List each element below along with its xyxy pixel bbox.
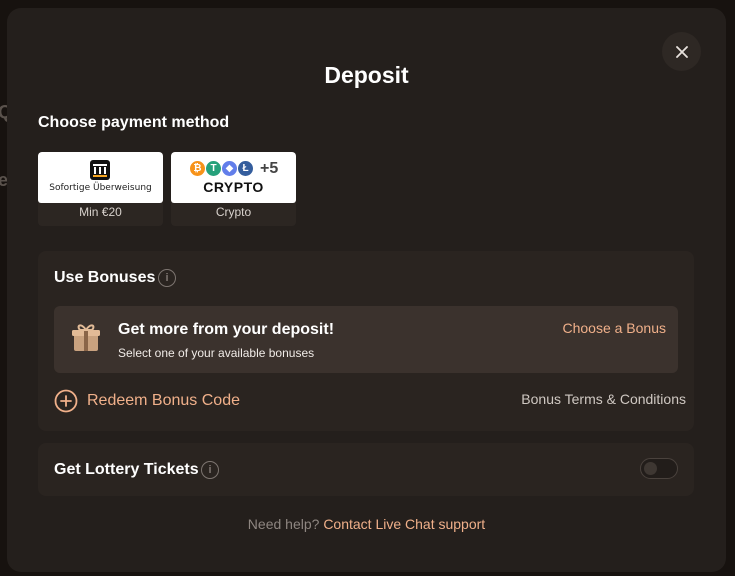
payment-method-caption: Min €20 — [79, 205, 122, 219]
payment-method-crypto[interactable]: ₿ T ◆ Ł +5 CRYPTO Crypto — [171, 152, 296, 226]
deposit-modal: Deposit Choose payment method Sofortige … — [7, 8, 726, 572]
choose-bonus-link[interactable]: Choose a Bonus — [562, 320, 666, 336]
crypto-logo: ₿ T ◆ Ł +5 CRYPTO — [171, 152, 296, 203]
sofort-logo: Sofortige Überweisung — [38, 152, 163, 203]
more-coins-count: +5 — [260, 160, 279, 177]
help-question: Need help? — [247, 516, 320, 532]
bank-icon — [90, 160, 110, 180]
payment-section-label: Choose payment method — [38, 114, 230, 131]
ethereum-icon: ◆ — [221, 160, 238, 177]
payment-method-caption: Crypto — [215, 205, 252, 219]
sofort-logo-text: Sofortige Überweisung — [49, 183, 152, 193]
bonus-heading: Get more from your deposit! — [118, 321, 335, 338]
bonuses-title: Use Bonuses — [54, 269, 156, 286]
bonus-promo-box: Get more from your deposit! Select one o… — [54, 306, 678, 373]
toggle-knob — [644, 462, 657, 475]
lottery-card: Get Lottery Tickets i — [38, 443, 694, 496]
redeem-bonus-code-button[interactable]: Redeem Bonus Code — [54, 389, 240, 413]
modal-title: Deposit — [324, 62, 409, 88]
plus-circle-icon — [54, 389, 78, 413]
lottery-toggle[interactable] — [640, 458, 678, 479]
info-icon[interactable]: i — [201, 461, 219, 479]
gift-icon — [72, 324, 100, 351]
redeem-bonus-code-label: Redeem Bonus Code — [87, 392, 240, 409]
tether-icon: T — [205, 160, 222, 177]
live-chat-support-link[interactable]: Contact Live Chat support — [323, 516, 485, 532]
info-icon[interactable]: i — [158, 269, 176, 287]
bitcoin-icon: ₿ — [189, 160, 206, 177]
close-button[interactable] — [662, 32, 701, 71]
help-line: Need help? Contact Live Chat support — [7, 516, 726, 532]
crypto-logo-text: CRYPTO — [203, 179, 264, 195]
bonus-subtext: Select one of your available bonuses — [118, 346, 315, 360]
bonuses-card: Use Bonuses i Get more from your deposit… — [38, 251, 694, 431]
payment-method-sofort[interactable]: Sofortige Überweisung Min €20 — [38, 152, 163, 226]
litecoin-icon: Ł — [237, 160, 254, 177]
close-icon — [675, 45, 688, 58]
lottery-title: Get Lottery Tickets — [54, 461, 199, 478]
bonus-terms-link[interactable]: Bonus Terms & Conditions — [521, 391, 686, 407]
